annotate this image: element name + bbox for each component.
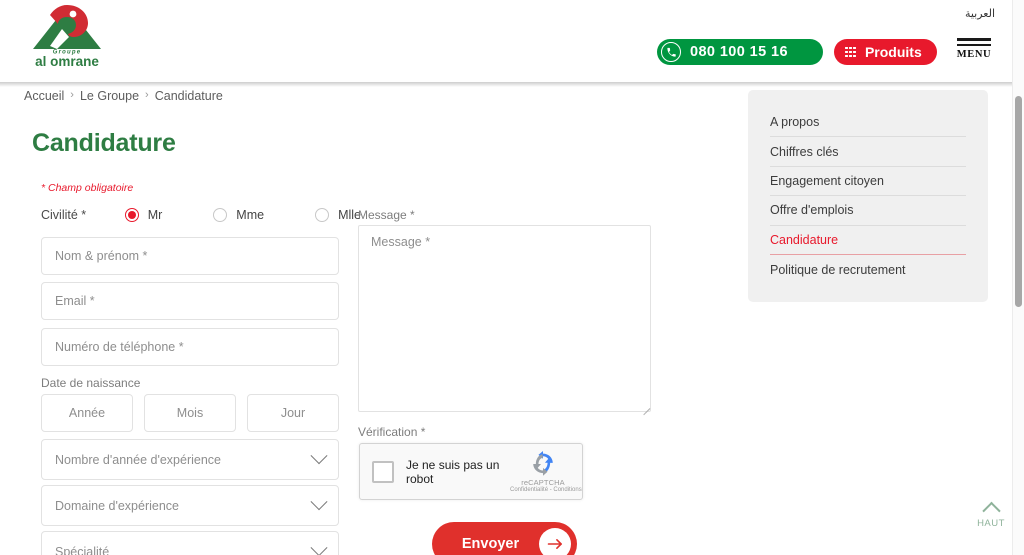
breadcrumb-item-accueil[interactable]: Accueil (24, 89, 64, 103)
chevron-right-icon: › (145, 89, 149, 101)
radio-civilite-mr[interactable]: Mr (124, 208, 163, 222)
arrow-right-icon (539, 528, 571, 555)
phone-button[interactable]: 080 100 15 16 (657, 39, 823, 65)
breadcrumb: Accueil › Le Groupe › Candidature (24, 89, 223, 103)
recaptcha-branding: reCAPTCHA Confidentialité - Conditions (510, 450, 582, 493)
site-logo[interactable]: Groupe al omrane (29, 2, 105, 68)
produits-button[interactable]: Produits (834, 39, 937, 65)
specialite-value: Spécialité (55, 544, 110, 555)
sidebar-item-engagement-citoyen[interactable]: Engagement citoyen (770, 167, 966, 197)
menu-button[interactable]: MENU (956, 38, 992, 60)
message-textarea[interactable] (358, 225, 651, 412)
phone-number: 080 100 15 16 (690, 44, 788, 60)
header-divider (0, 82, 1012, 87)
recaptcha-text: Je ne suis pas un robot (406, 457, 500, 486)
scroll-to-top-button[interactable]: HAUT (974, 501, 1008, 529)
breadcrumb-item-le-groupe[interactable]: Le Groupe (80, 89, 139, 103)
section-sidebar-menu: A propos Chiffres clés Engagement citoye… (748, 90, 988, 302)
civilite-label: Civilité * (41, 208, 87, 222)
menu-label: MENU (956, 49, 992, 60)
experience-years-value: Nombre d'année d'expérience (55, 452, 221, 467)
hamburger-bar-bottom (957, 43, 991, 46)
al-omrane-logo-icon: Groupe al omrane (33, 5, 101, 68)
recaptcha-legal-links[interactable]: Confidentialité - Conditions (510, 487, 582, 493)
hamburger-bar-top (957, 38, 991, 41)
site-header: Groupe al omrane 080 100 15 16 Produits … (0, 0, 1012, 82)
arabic-language-link[interactable]: العربية (965, 7, 995, 20)
page-scrollbar-thumb[interactable] (1015, 96, 1022, 307)
phone-icon (661, 42, 681, 62)
radio-civilite-mme[interactable]: Mme (213, 208, 264, 222)
chevron-down-icon (310, 538, 328, 555)
recaptcha-brand-name: reCAPTCHA (521, 477, 565, 487)
radio-dot-icon (315, 208, 330, 222)
date-naissance-label: Date de naissance (41, 376, 141, 390)
date-naissance-jour-select[interactable]: Jour (247, 394, 339, 432)
sidebar-item-politique-recrutement[interactable]: Politique de recrutement (770, 255, 966, 284)
experience-years-select[interactable]: Nombre d'année d'expérience (41, 439, 339, 480)
envoyer-submit-button[interactable]: Envoyer (432, 522, 577, 555)
required-field-note: * Champ obligatoire (41, 182, 134, 194)
radio-label-mme: Mme (236, 208, 265, 222)
civilite-radio-group: Civilité * Mr Mme Mlle (41, 205, 361, 225)
breadcrumb-item-candidature: Candidature (154, 89, 223, 103)
verification-label: Vérification * (358, 425, 426, 439)
radio-dot-icon (213, 208, 228, 222)
message-label: Message * (358, 208, 415, 222)
domaine-experience-select[interactable]: Domaine d'expérience (41, 485, 339, 526)
radio-dot-icon (124, 208, 139, 222)
recaptcha-logo-icon (533, 450, 553, 476)
domaine-experience-value: Domaine d'expérience (55, 498, 179, 513)
grid-icon (845, 46, 856, 58)
produits-label: Produits (864, 44, 922, 60)
sidebar-item-candidature[interactable]: Candidature (770, 226, 966, 255)
telephone-input[interactable] (41, 328, 339, 366)
recaptcha-widget: Je ne suis pas un robot reCAPTCHA Confid… (359, 443, 583, 500)
sidebar-item-a-propos[interactable]: A propos (770, 108, 966, 138)
chevron-down-icon (310, 492, 328, 510)
chevron-right-icon: › (70, 89, 74, 101)
date-naissance-annee-select[interactable]: Année (41, 394, 133, 432)
page-root: Groupe al omrane 080 100 15 16 Produits … (0, 0, 1024, 555)
radio-civilite-mlle[interactable]: Mlle (315, 208, 361, 222)
recaptcha-checkbox[interactable] (372, 460, 394, 483)
nom-prenom-input[interactable] (41, 237, 339, 275)
envoyer-label: Envoyer (461, 536, 520, 552)
chevron-down-icon (310, 446, 328, 464)
specialite-select[interactable]: Spécialité (41, 531, 339, 555)
sidebar-item-chiffres-cles[interactable]: Chiffres clés (770, 137, 966, 167)
radio-label-mr: Mr (147, 208, 163, 222)
svg-text:al omrane: al omrane (35, 54, 99, 68)
date-naissance-mois-select[interactable]: Mois (144, 394, 236, 432)
email-input[interactable] (41, 282, 339, 320)
sidebar-item-offre-emplois[interactable]: Offre d'emplois (770, 196, 966, 226)
